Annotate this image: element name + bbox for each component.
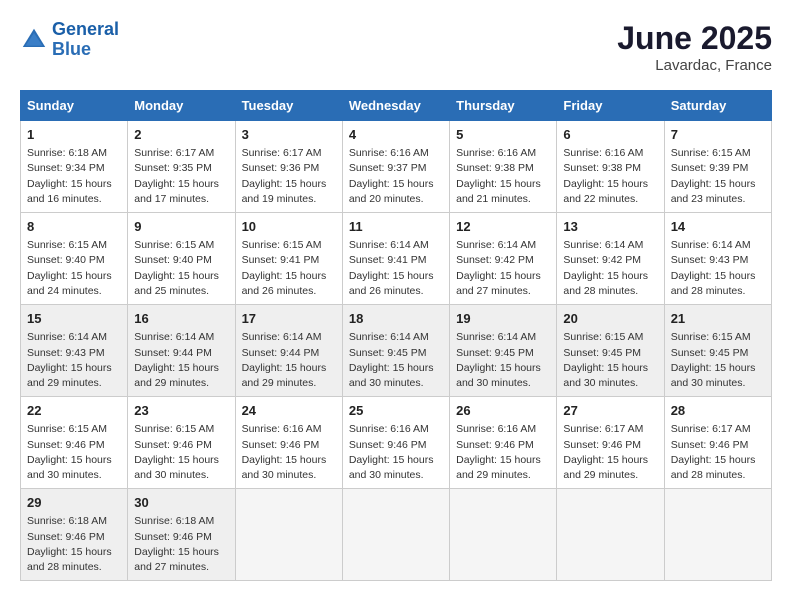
title-section: June 2025 Lavardac, France bbox=[617, 20, 772, 74]
day-19: 19 Sunrise: 6:14 AMSunset: 9:45 PMDaylig… bbox=[450, 305, 557, 397]
calendar-week-1: 1 Sunrise: 6:18 AM Sunset: 9:34 PM Dayli… bbox=[21, 121, 772, 213]
day-1: 1 Sunrise: 6:18 AM Sunset: 9:34 PM Dayli… bbox=[21, 121, 128, 213]
day-5: 5 Sunrise: 6:16 AMSunset: 9:38 PMDayligh… bbox=[450, 121, 557, 213]
day-6: 6 Sunrise: 6:16 AMSunset: 9:38 PMDayligh… bbox=[557, 121, 664, 213]
empty-cell-1 bbox=[235, 489, 342, 581]
calendar-week-5: 29 Sunrise: 6:18 AMSunset: 9:46 PMDaylig… bbox=[21, 489, 772, 581]
day-22: 22 Sunrise: 6:15 AMSunset: 9:46 PMDaylig… bbox=[21, 397, 128, 489]
day-16: 16 Sunrise: 6:14 AMSunset: 9:44 PMDaylig… bbox=[128, 305, 235, 397]
day-21: 21 Sunrise: 6:15 AMSunset: 9:45 PMDaylig… bbox=[664, 305, 771, 397]
calendar-week-4: 22 Sunrise: 6:15 AMSunset: 9:46 PMDaylig… bbox=[21, 397, 772, 489]
calendar-table: Sunday Monday Tuesday Wednesday Thursday… bbox=[20, 90, 772, 581]
day-30: 30 Sunrise: 6:18 AMSunset: 9:46 PMDaylig… bbox=[128, 489, 235, 581]
month-title: June 2025 bbox=[617, 20, 772, 57]
day-28: 28 Sunrise: 6:17 AMSunset: 9:46 PMDaylig… bbox=[664, 397, 771, 489]
day-24: 24 Sunrise: 6:16 AMSunset: 9:46 PMDaylig… bbox=[235, 397, 342, 489]
sunrise-label: Sunrise: bbox=[27, 147, 68, 159]
day-15: 15 Sunrise: 6:14 AMSunset: 9:43 PMDaylig… bbox=[21, 305, 128, 397]
header-sunday: Sunday bbox=[21, 91, 128, 121]
sunset-label: Sunset: bbox=[27, 162, 66, 174]
empty-cell-5 bbox=[664, 489, 771, 581]
day-18: 18 Sunrise: 6:14 AMSunset: 9:45 PMDaylig… bbox=[342, 305, 449, 397]
day-10: 10 Sunrise: 6:15 AMSunset: 9:41 PMDaylig… bbox=[235, 213, 342, 305]
page-header: General Blue June 2025 Lavardac, France bbox=[20, 20, 772, 74]
empty-cell-2 bbox=[342, 489, 449, 581]
day-23: 23 Sunrise: 6:15 AMSunset: 9:46 PMDaylig… bbox=[128, 397, 235, 489]
logo-icon bbox=[20, 26, 48, 54]
logo-text: General Blue bbox=[52, 20, 119, 60]
day-4: 4 Sunrise: 6:16 AMSunset: 9:37 PMDayligh… bbox=[342, 121, 449, 213]
day-3: 3 Sunrise: 6:17 AMSunset: 9:36 PMDayligh… bbox=[235, 121, 342, 213]
calendar-week-3: 15 Sunrise: 6:14 AMSunset: 9:43 PMDaylig… bbox=[21, 305, 772, 397]
header-friday: Friday bbox=[557, 91, 664, 121]
day-20: 20 Sunrise: 6:15 AMSunset: 9:45 PMDaylig… bbox=[557, 305, 664, 397]
day-13: 13 Sunrise: 6:14 AMSunset: 9:42 PMDaylig… bbox=[557, 213, 664, 305]
day-26: 26 Sunrise: 6:16 AMSunset: 9:46 PMDaylig… bbox=[450, 397, 557, 489]
day-17: 17 Sunrise: 6:14 AMSunset: 9:44 PMDaylig… bbox=[235, 305, 342, 397]
logo: General Blue bbox=[20, 20, 119, 60]
header-tuesday: Tuesday bbox=[235, 91, 342, 121]
day-27: 27 Sunrise: 6:17 AMSunset: 9:46 PMDaylig… bbox=[557, 397, 664, 489]
location: Lavardac, France bbox=[617, 57, 772, 74]
header-wednesday: Wednesday bbox=[342, 91, 449, 121]
header-saturday: Saturday bbox=[664, 91, 771, 121]
day-11: 11 Sunrise: 6:14 AMSunset: 9:41 PMDaylig… bbox=[342, 213, 449, 305]
day-12: 12 Sunrise: 6:14 AMSunset: 9:42 PMDaylig… bbox=[450, 213, 557, 305]
day-29: 29 Sunrise: 6:18 AMSunset: 9:46 PMDaylig… bbox=[21, 489, 128, 581]
header-monday: Monday bbox=[128, 91, 235, 121]
empty-cell-4 bbox=[557, 489, 664, 581]
calendar-header-row: Sunday Monday Tuesday Wednesday Thursday… bbox=[21, 91, 772, 121]
day-8: 8 Sunrise: 6:15 AMSunset: 9:40 PMDayligh… bbox=[21, 213, 128, 305]
calendar-week-2: 8 Sunrise: 6:15 AMSunset: 9:40 PMDayligh… bbox=[21, 213, 772, 305]
day-9: 9 Sunrise: 6:15 AMSunset: 9:40 PMDayligh… bbox=[128, 213, 235, 305]
day-14: 14 Sunrise: 6:14 AMSunset: 9:43 PMDaylig… bbox=[664, 213, 771, 305]
day-25: 25 Sunrise: 6:16 AMSunset: 9:46 PMDaylig… bbox=[342, 397, 449, 489]
day-7: 7 Sunrise: 6:15 AMSunset: 9:39 PMDayligh… bbox=[664, 121, 771, 213]
day-2: 2 Sunrise: 6:17 AMSunset: 9:35 PMDayligh… bbox=[128, 121, 235, 213]
header-thursday: Thursday bbox=[450, 91, 557, 121]
empty-cell-3 bbox=[450, 489, 557, 581]
